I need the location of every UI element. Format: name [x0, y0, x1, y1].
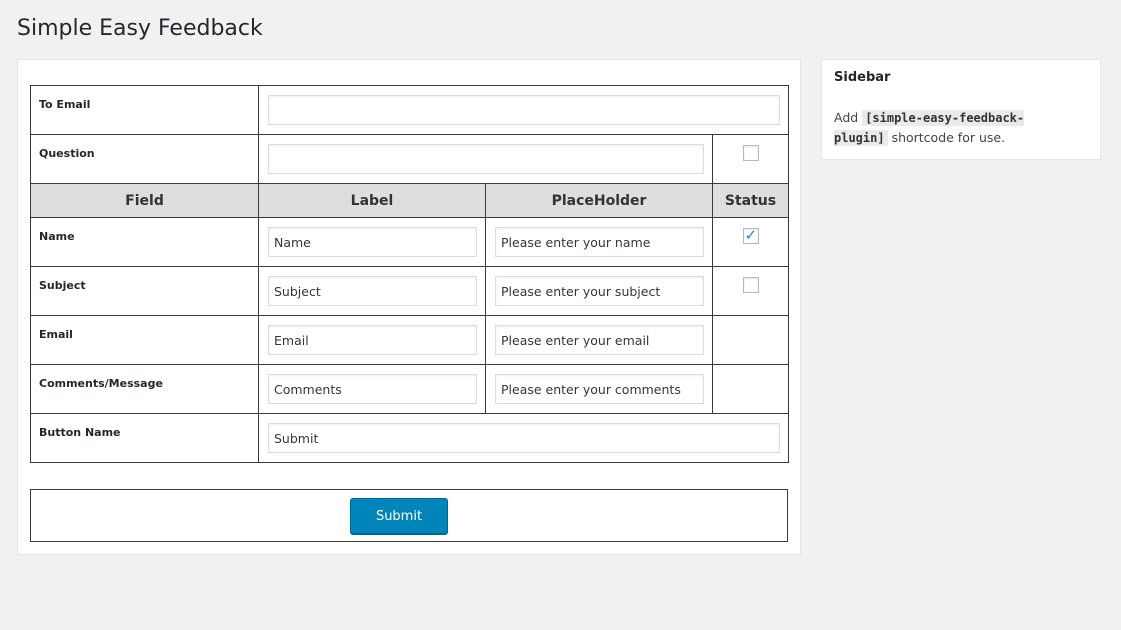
sidebar-title: Sidebar — [834, 70, 891, 85]
settings-panel: To Email Question Field Label PlaceHolde… — [17, 59, 801, 555]
comments-status-cell — [712, 364, 789, 414]
submit-container: Submit — [30, 489, 788, 542]
button-name-label: Button Name — [30, 413, 259, 463]
email-label-input[interactable] — [268, 325, 477, 355]
name-status-checkbox[interactable]: ✓ — [742, 226, 759, 244]
subject-status-checkbox[interactable] — [742, 277, 759, 293]
button-name-row: Button Name — [30, 413, 789, 463]
email-placeholder-input[interactable] — [495, 325, 704, 355]
field-subject-label: Subject — [30, 266, 259, 316]
header-status: Status — [712, 183, 789, 218]
table-row: Email — [30, 315, 789, 365]
question-label: Question — [30, 134, 259, 184]
question-input[interactable] — [268, 144, 704, 174]
checkmark-icon: ✓ — [744, 226, 758, 244]
button-name-input[interactable] — [268, 423, 780, 453]
email-status-cell — [712, 315, 789, 365]
table-row: Name ✓ — [30, 217, 789, 267]
question-row: Question — [30, 134, 789, 184]
table-row: Subject — [30, 266, 789, 316]
submit-button[interactable]: Submit — [350, 498, 448, 534]
field-comments-label: Comments/Message — [30, 364, 259, 414]
settings-table: To Email Question Field Label PlaceHolde… — [30, 85, 789, 463]
question-status-checkbox[interactable] — [742, 145, 759, 161]
page-title: Simple Easy Feedback — [17, 16, 263, 41]
header-placeholder: PlaceHolder — [485, 183, 713, 218]
sidebar-text-suffix: shortcode for use. — [891, 130, 1006, 145]
header-field: Field — [30, 183, 259, 218]
table-header-row: Field Label PlaceHolder Status — [30, 183, 789, 218]
sidebar-panel: Sidebar Add [simple-easy-feedback-plugin… — [821, 59, 1101, 160]
comments-placeholder-input[interactable] — [495, 374, 704, 404]
to-email-input[interactable] — [268, 95, 780, 125]
to-email-label: To Email — [30, 85, 259, 135]
sidebar-text: Add [simple-easy-feedback-plugin] shortc… — [834, 108, 1074, 148]
subject-placeholder-input[interactable] — [495, 276, 704, 306]
comments-label-input[interactable] — [268, 374, 477, 404]
to-email-row: To Email — [30, 85, 789, 135]
header-label: Label — [258, 183, 486, 218]
sidebar-text-prefix: Add — [834, 110, 859, 125]
field-name-label: Name — [30, 217, 259, 267]
table-row: Comments/Message — [30, 364, 789, 414]
name-placeholder-input[interactable] — [495, 227, 704, 257]
name-label-input[interactable] — [268, 227, 477, 257]
field-email-label: Email — [30, 315, 259, 365]
subject-label-input[interactable] — [268, 276, 477, 306]
